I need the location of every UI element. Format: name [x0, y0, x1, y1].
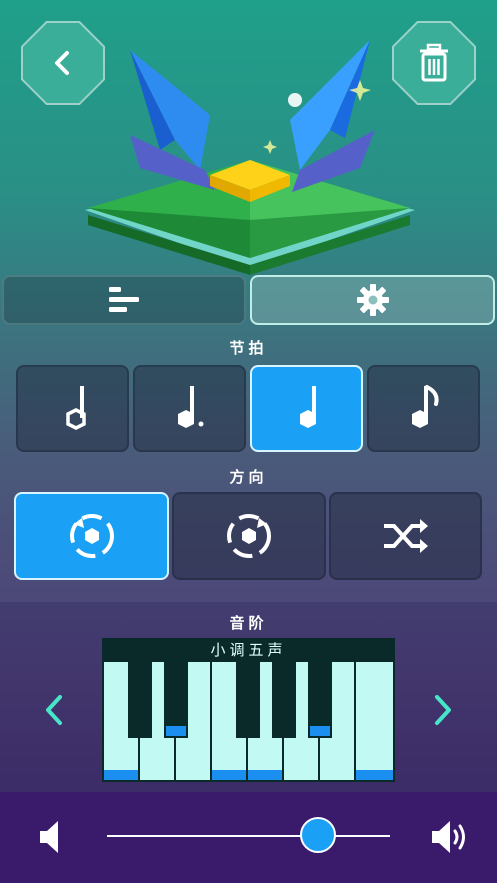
- rhythm-option-dotted-quarter-note[interactable]: [133, 365, 246, 452]
- scale-name: 小调五声: [210, 641, 287, 659]
- trash-icon: [420, 43, 448, 82]
- chevron-left-icon: [55, 51, 69, 75]
- delete-button[interactable]: [392, 21, 476, 105]
- black-key: [236, 662, 260, 738]
- black-key: [128, 662, 152, 738]
- volume-high-button[interactable]: [428, 815, 472, 859]
- eighth-note-icon: [411, 384, 439, 428]
- volume-track: [107, 835, 390, 837]
- black-key: [272, 662, 296, 738]
- chevron-right-icon: [435, 695, 451, 725]
- black-key: [308, 662, 332, 738]
- rotate-counterclockwise-icon: [227, 514, 271, 558]
- volume-low-button[interactable]: [34, 815, 64, 859]
- volume-thumb[interactable]: [300, 817, 336, 853]
- scale-prev-button[interactable]: [36, 690, 72, 730]
- speaker-low-icon: [40, 821, 58, 853]
- rotate-clockwise-icon: [69, 514, 114, 558]
- tab-settings[interactable]: [250, 275, 495, 325]
- bars-icon: [109, 287, 139, 312]
- rhythm-option-quarter-note[interactable]: [250, 365, 363, 452]
- shuffle-icon: [383, 519, 428, 553]
- scale-keyboard: 小调五声: [102, 638, 395, 782]
- chevron-left-icon: [46, 695, 62, 725]
- rhythm-option-eighth-note[interactable]: [367, 365, 480, 452]
- hero-illustration: [60, 20, 440, 275]
- quarter-note-icon: [299, 385, 316, 428]
- speaker-high-icon: [432, 821, 465, 853]
- direction-option-clockwise[interactable]: [14, 492, 169, 580]
- rhythm-label: 节拍: [229, 339, 268, 357]
- scale-label: 音阶: [229, 614, 268, 632]
- direction-label: 方向: [229, 468, 268, 486]
- dotted-quarter-note-icon: [177, 385, 203, 428]
- tab-track-list[interactable]: [2, 275, 246, 325]
- gear-icon: [356, 284, 389, 316]
- rhythm-option-half-note[interactable]: [16, 365, 129, 452]
- half-note-icon: [65, 385, 86, 430]
- direction-option-shuffle[interactable]: [329, 492, 482, 580]
- white-key: [356, 662, 393, 780]
- direction-option-counterclockwise[interactable]: [172, 492, 326, 580]
- volume-slider[interactable]: [107, 816, 390, 856]
- scale-next-button[interactable]: [425, 690, 461, 730]
- black-key: [164, 662, 188, 738]
